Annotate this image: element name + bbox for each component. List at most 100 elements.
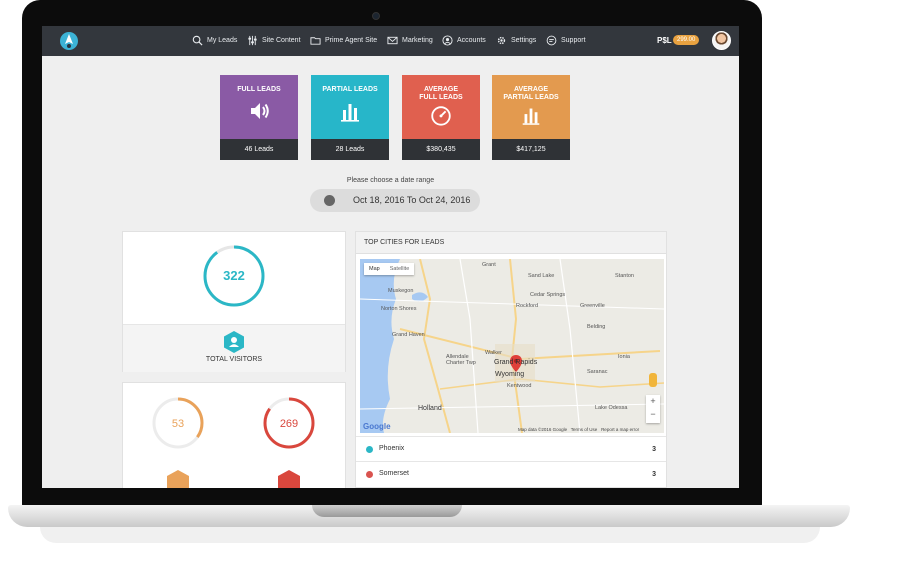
- map-city: Greenville: [580, 303, 605, 309]
- hex-icon: [278, 470, 300, 488]
- bar-chart-icon: [341, 104, 359, 122]
- map-city: Wyoming: [495, 371, 525, 378]
- map-city: Ionia: [618, 354, 630, 360]
- stat-card-face: AVERAGE PARTIAL LEADS: [492, 75, 570, 139]
- balance-badge[interactable]: 299.00: [673, 35, 700, 45]
- map-city: Grand Haven: [392, 332, 425, 338]
- top-cities-panel: TOP CITIES FOR LEADS Map Satellite Grant…: [355, 231, 667, 488]
- map-city: Lake Odessa: [595, 405, 628, 411]
- nav-label: Accounts: [457, 37, 486, 44]
- map-city: Rockford: [516, 303, 539, 309]
- nav-label: Support: [561, 37, 586, 44]
- map-city: Holland: [418, 405, 442, 412]
- date-range-picker[interactable]: Oct 18, 2016 To Oct 24, 2016: [310, 189, 480, 212]
- map-data-text: Map data ©2016 Google: [518, 427, 568, 432]
- map-city: Sand Lake: [528, 273, 555, 279]
- stat-value: $417,125: [492, 139, 570, 160]
- city-count: 3: [652, 446, 656, 453]
- stat-title: PARTIAL LEADS: [322, 86, 378, 93]
- map-type-tabs: Map Satellite: [364, 263, 415, 275]
- nav-support[interactable]: Support: [546, 35, 586, 46]
- tab-map[interactable]: Map: [364, 263, 385, 275]
- nav-prime-agent-site[interactable]: Prime Agent Site: [310, 35, 377, 46]
- nav-marketing[interactable]: Marketing: [387, 35, 433, 46]
- app-screen: My Leads Site Content Prime Agent Site M…: [42, 26, 739, 488]
- map-city: Stanton: [615, 273, 634, 279]
- avatar[interactable]: [712, 31, 731, 50]
- hex-icon: [167, 470, 189, 488]
- stat-card-face: FULL LEADS: [220, 75, 298, 139]
- terms-link[interactable]: Terms of Use: [571, 427, 598, 432]
- nav-settings[interactable]: Settings: [496, 35, 536, 46]
- stat-card-average-full-leads[interactable]: AVERAGE FULL LEADS $380,435: [402, 75, 480, 160]
- map-city: Allendale Charter Twp: [446, 354, 476, 366]
- stat-card-full-leads[interactable]: FULL LEADS 46 Leads: [220, 75, 298, 160]
- nav-my-leads[interactable]: My Leads: [192, 35, 237, 46]
- chat-icon: [546, 35, 557, 46]
- map[interactable]: Map Satellite Grant Sand Lake Stanton Mu…: [360, 259, 664, 433]
- nav-accounts[interactable]: Accounts: [442, 35, 486, 46]
- city-name: Somerset: [379, 470, 409, 477]
- nav-label: Site Content: [262, 37, 301, 44]
- map-city: Muskegon: [388, 288, 414, 294]
- laptop-shadow: [40, 527, 820, 543]
- city-name: Phoenix: [379, 445, 405, 452]
- date-range-label: Please choose a date range: [346, 177, 435, 184]
- user-icon: [224, 331, 244, 353]
- map-city: Kentwood: [507, 383, 532, 389]
- speaker-icon: [251, 103, 269, 119]
- map-city: Grant: [482, 262, 496, 268]
- stat-card-partial-leads[interactable]: PARTIAL LEADS 28 Leads: [311, 75, 389, 160]
- gauge-icon: [431, 106, 451, 126]
- search-icon: [192, 35, 203, 46]
- total-visitors-panel: 322 TOTAL VISITORS: [122, 231, 346, 372]
- report-error-link[interactable]: Report a map error: [601, 427, 639, 432]
- nav-label: Settings: [511, 37, 537, 44]
- top-nav: My Leads Site Content Prime Agent Site M…: [42, 26, 739, 56]
- sliders-icon: [248, 35, 257, 46]
- nav-label: Marketing: [402, 37, 433, 44]
- camera-icon: [372, 12, 380, 20]
- gear-icon: [497, 36, 506, 45]
- tab-satellite[interactable]: Satellite: [385, 263, 415, 275]
- map-zoom-control: + −: [646, 395, 660, 423]
- pegman-icon[interactable]: [649, 373, 657, 387]
- map-city: Norton Shores: [381, 306, 417, 312]
- city-row[interactable]: Phoenix 3: [356, 436, 666, 461]
- visitors-ring: 322: [203, 245, 265, 307]
- stat-card-face: AVERAGE FULL LEADS: [402, 75, 480, 139]
- map-city: Walker: [485, 350, 502, 356]
- google-logo: Google: [363, 422, 391, 431]
- city-row[interactable]: Somerset 3: [356, 461, 666, 486]
- laptop-notch: [312, 505, 462, 517]
- logo-icon[interactable]: [58, 30, 80, 52]
- map-city: Cedar Springs: [530, 292, 566, 298]
- stat-title: AVERAGE FULL LEADS: [419, 86, 463, 101]
- stat-card-average-partial-leads[interactable]: AVERAGE PARTIAL LEADS $417,125: [492, 75, 570, 160]
- nav-label: My Leads: [207, 37, 238, 44]
- date-range-value: Oct 18, 2016 To Oct 24, 2016: [353, 195, 471, 205]
- currency-label: P$L: [657, 36, 672, 45]
- folder-icon: [310, 37, 321, 45]
- visitors-count: 322: [223, 268, 245, 283]
- stat-value: 28 Leads: [311, 139, 389, 160]
- check-icon: [324, 195, 335, 206]
- stat-card-face: PARTIAL LEADS: [311, 75, 389, 139]
- stat-value: $380,435: [402, 139, 480, 160]
- stat-value: 46 Leads: [220, 139, 298, 160]
- envelope-icon: [387, 36, 398, 45]
- top-cities-title: TOP CITIES FOR LEADS: [356, 232, 666, 254]
- map-attribution: Map data ©2016 Google Terms of Use Repor…: [518, 427, 639, 432]
- user-icon: [442, 35, 453, 46]
- nav-label: Prime Agent Site: [325, 37, 378, 44]
- bar-chart-icon: [522, 108, 540, 125]
- zoom-out-button[interactable]: −: [646, 408, 660, 421]
- stat-title: AVERAGE PARTIAL LEADS: [503, 86, 559, 101]
- map-city: Grand Rapids: [494, 359, 538, 366]
- nav-site-content[interactable]: Site Content: [247, 35, 301, 46]
- city-count: 3: [652, 471, 656, 478]
- city-dot: [366, 446, 373, 453]
- zoom-in-button[interactable]: +: [646, 395, 660, 408]
- visitors-label: TOTAL VISITORS: [205, 356, 263, 363]
- small-stats-rings: 53 269: [152, 397, 315, 488]
